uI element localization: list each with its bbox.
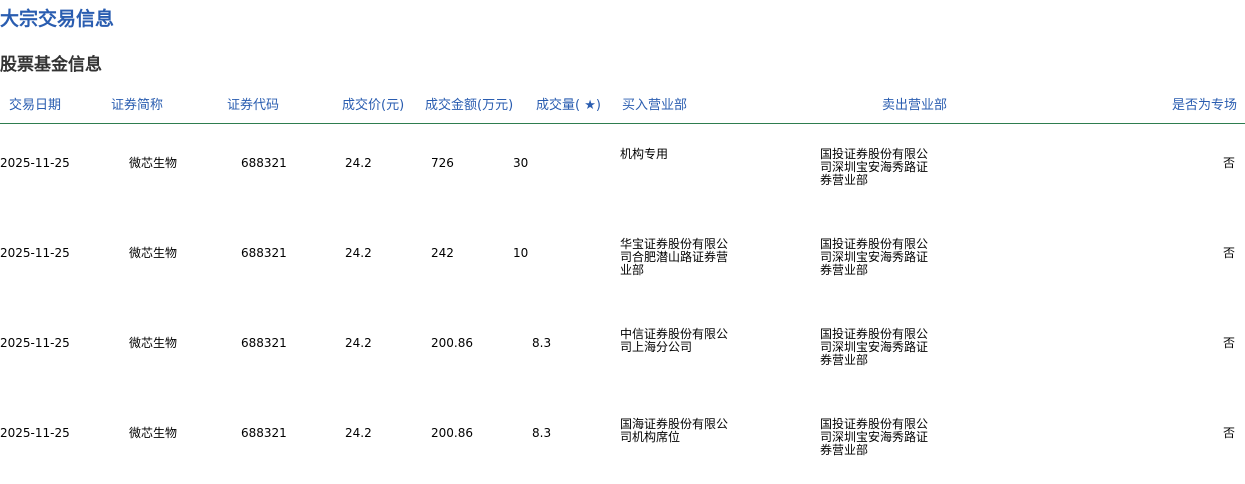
cell-special: 否	[1222, 246, 1235, 260]
cell-special: 否	[1222, 336, 1235, 350]
cell-volume: 30	[513, 156, 529, 170]
cell-seller: 国投证券股份有限公司深圳宝安海秀路证券营业部	[820, 237, 929, 277]
cell-date: 2025-11-25	[0, 156, 70, 170]
cell-price: 24.2	[345, 336, 372, 350]
table-row: 2025-11-25 微芯生物 688321 24.2 200.86 8.3 国…	[0, 367, 1245, 457]
cell-date: 2025-11-25	[0, 426, 70, 440]
cell-volume: 8.3	[532, 426, 552, 440]
cell-name: 微芯生物	[129, 246, 178, 260]
cell-name: 微芯生物	[129, 426, 178, 440]
cell-price: 24.2	[345, 156, 372, 170]
cell-name: 微芯生物	[129, 156, 178, 170]
cell-amount: 200.86	[431, 426, 473, 440]
cell-amount: 726	[431, 156, 454, 170]
cell-name: 微芯生物	[129, 336, 178, 350]
cell-code: 688321	[241, 426, 287, 440]
cell-date: 2025-11-25	[0, 246, 70, 260]
cell-code: 688321	[241, 246, 287, 260]
section-title: 股票基金信息	[0, 55, 102, 75]
cell-volume: 8.3	[532, 336, 552, 350]
cell-date: 2025-11-25	[0, 336, 70, 350]
cell-amount: 242	[431, 246, 454, 260]
cell-seller: 国投证券股份有限公司深圳宝安海秀路证券营业部	[820, 327, 929, 367]
cell-special: 否	[1222, 156, 1235, 170]
cell-seller: 国投证券股份有限公司深圳宝安海秀路证券营业部	[820, 417, 929, 457]
cell-code: 688321	[241, 336, 287, 350]
cell-seller: 国投证券股份有限公司深圳宝安海秀路证券营业部	[820, 147, 929, 187]
cell-price: 24.2	[345, 246, 372, 260]
cell-code: 688321	[241, 156, 287, 170]
cell-buyer: 机构专用	[620, 147, 669, 161]
cell-volume: 10	[513, 246, 529, 260]
cell-special: 否	[1222, 426, 1235, 440]
cell-buyer: 华宝证券股份有限公司合肥潜山路证券营业部	[620, 237, 729, 277]
cell-buyer: 国海证券股份有限公司机构席位	[620, 417, 729, 444]
page-title: 大宗交易信息	[0, 8, 115, 30]
cell-price: 24.2	[345, 426, 372, 440]
table-row: 2025-11-25 微芯生物 688321 24.2 726 30 机构专用 …	[0, 97, 1245, 187]
cell-amount: 200.86	[431, 336, 473, 350]
table-row: 2025-11-25 微芯生物 688321 24.2 242 10 华宝证券股…	[0, 187, 1245, 277]
table-row: 2025-11-25 微芯生物 688321 24.2 200.86 8.3 中…	[0, 277, 1245, 367]
cell-buyer: 中信证券股份有限公司上海分公司	[620, 327, 729, 354]
